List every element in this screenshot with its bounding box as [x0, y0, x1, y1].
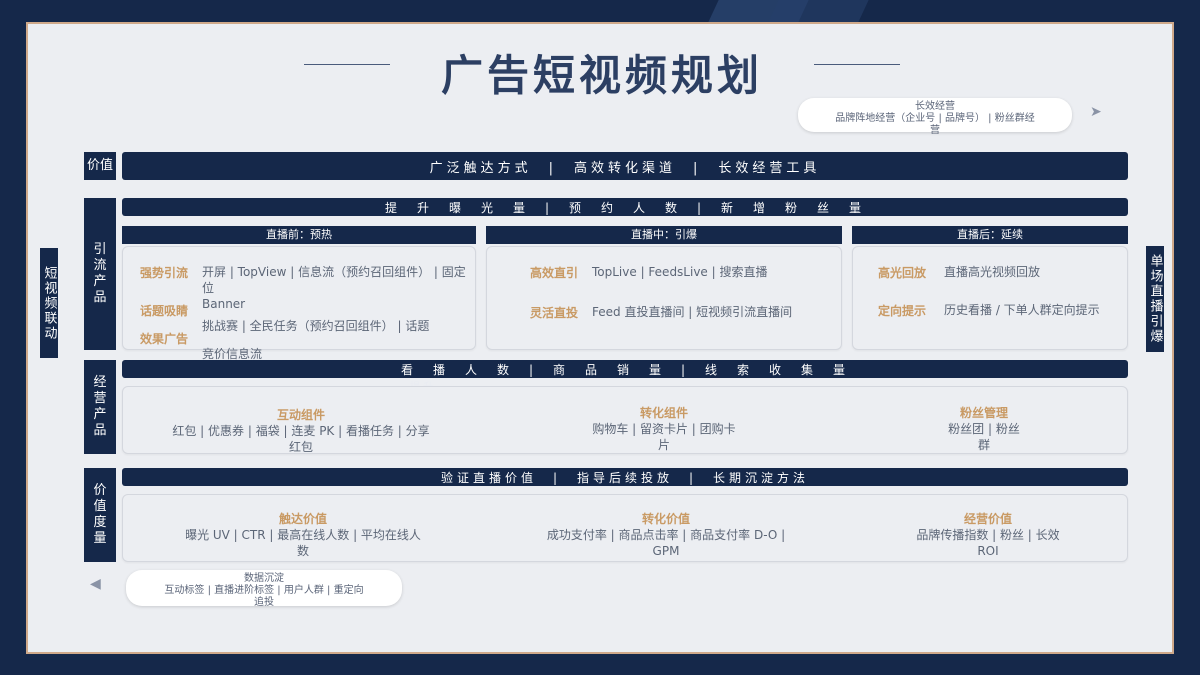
tag-label: 高效直引	[530, 266, 579, 280]
tag-text: TopLive | FeedsLive | 搜索直播	[592, 265, 768, 279]
pill-title: 数据沉淀	[244, 573, 284, 584]
tag-text: 直播高光视频回放	[944, 265, 1041, 279]
tag-text: 历史看播 / 下单人群定向提示	[944, 303, 1100, 317]
side-label-right: 单场直播引爆	[1146, 246, 1164, 352]
col-text: 品牌传播指数 | 粉丝 | 长效 ROI	[916, 528, 1060, 558]
measure-label: 价值度量	[84, 468, 116, 562]
tag-text: Feed 直投直播间 | 短视频引流直播间	[592, 305, 793, 319]
ops-col: 互动组件 红包 | 优惠券 | 福袋 | 连麦 PK | 看播任务 | 分享 红包	[138, 406, 464, 455]
tag-text: 挑战赛 | 全民任务（预约召回组件） | 话题	[202, 319, 430, 333]
in-live-panel	[486, 246, 842, 350]
col-head: 触达价值	[278, 512, 327, 526]
tag-label: 强势引流	[140, 266, 189, 280]
side-label-left: 短视频联动	[40, 248, 58, 358]
col-text: 红包 | 优惠券 | 福袋 | 连麦 PK | 看播任务 | 分享 红包	[172, 424, 430, 454]
tag-label: 灵活直投	[530, 306, 579, 320]
col-text: 粉丝团 | 粉丝群	[948, 422, 1020, 452]
ops-col: 粉丝管理 粉丝团 | 粉丝群	[916, 404, 1052, 453]
col-text: 曝光 UV | CTR | 最高在线人数 | 平均在线人数	[185, 528, 421, 558]
measure-col: 经营价值 品牌传播指数 | 粉丝 | 长效 ROI	[886, 510, 1090, 559]
pre-live-header: 直播前：预热	[122, 226, 476, 244]
arrow-left-icon: ◀	[90, 576, 101, 592]
col-text: 成功支付率 | 商品点击率 | 商品支付率 D-O | GPM	[546, 528, 786, 558]
value-bar: 广泛触达方式 | 高效转化渠道 | 长效经营工具	[122, 152, 1128, 180]
tag-text: 开屏 | TopView | 信息流（预约召回组件） | 固定位 Banner	[202, 265, 466, 311]
col-head: 互动组件	[276, 408, 325, 422]
ops-col: 转化组件 购物车 | 留资卡片 | 团购卡片	[562, 404, 766, 453]
slide-card: 广告短视频规划 长效经营 品牌阵地经营（企业号 | 品牌号） | 粉丝群经 营 …	[26, 22, 1174, 654]
measure-col: 转化价值 成功支付率 | 商品点击率 | 商品支付率 D-O | GPM	[518, 510, 814, 559]
col-head: 经营价值	[963, 512, 1012, 526]
tag-label: 高光回放	[878, 266, 927, 280]
col-text: 购物车 | 留资卡片 | 团购卡片	[592, 422, 736, 452]
col-head: 转化组件	[639, 406, 688, 420]
col-head: 粉丝管理	[959, 406, 1008, 420]
pill-text: 品牌阵地经营（企业号 | 品牌号） | 粉丝群经	[835, 113, 1035, 124]
pill-text: 互动标签 | 直播进阶标签 | 用户人群 | 重定向	[164, 585, 364, 596]
tag-label: 效果广告	[140, 332, 189, 346]
long-term-pill: 长效经营 品牌阵地经营（企业号 | 品牌号） | 粉丝群经 营	[798, 98, 1072, 136]
value-label: 价值	[84, 152, 116, 180]
post-live-panel	[852, 246, 1128, 350]
data-pill: 数据沉淀 互动标签 | 直播进阶标签 | 用户人群 | 重定向 追投	[126, 570, 402, 608]
pill-text: 追投	[254, 597, 274, 608]
tag-label: 话题吸睛	[140, 304, 189, 318]
traffic-bar: 提 升 曝 光 量 | 预 约 人 数 | 新 增 粉 丝 量	[122, 198, 1128, 216]
pill-text: 营	[930, 125, 940, 136]
ops-label: 经营产品	[84, 360, 116, 454]
arrow-right-icon: ➤	[1090, 104, 1102, 120]
ops-bar: 看 播 人 数 | 商 品 销 量 | 线 索 收 集 量	[122, 360, 1128, 378]
in-live-header: 直播中：引爆	[486, 226, 842, 244]
post-live-header: 直播后：延续	[852, 226, 1128, 244]
traffic-label: 引流产品	[84, 198, 116, 350]
page-title: 广告短视频规划	[440, 51, 763, 100]
col-head: 转化价值	[641, 512, 690, 526]
measure-bar: 验证直播价值 | 指导后续投放 | 长期沉淀方法	[122, 468, 1128, 486]
measure-col: 触达价值 曝光 UV | CTR | 最高在线人数 | 平均在线人数	[148, 510, 458, 559]
tag-label: 定向提示	[878, 304, 927, 318]
pill-title: 长效经营	[915, 101, 955, 112]
